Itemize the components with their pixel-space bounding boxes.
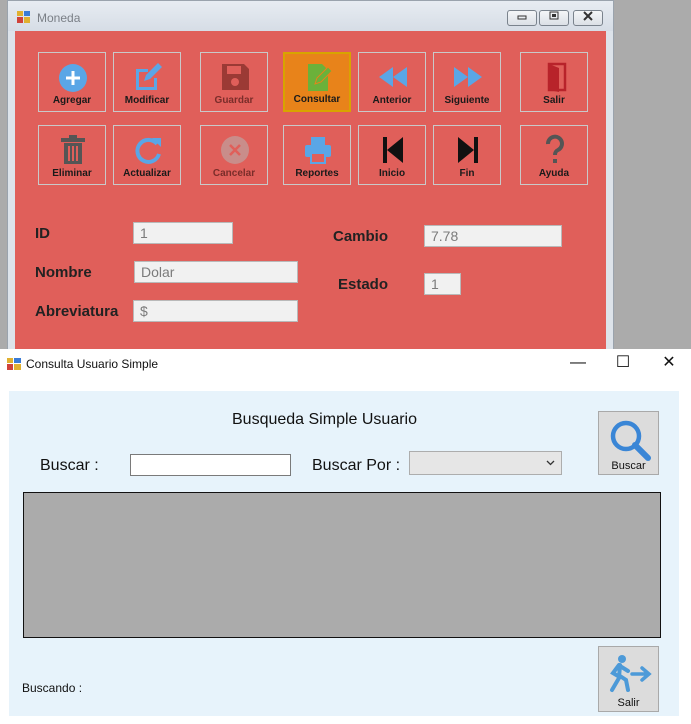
consulta-window-title: Consulta Usuario Simple — [26, 357, 159, 371]
id-label: ID — [35, 225, 50, 242]
buscar-por-label: Buscar Por : — [312, 457, 401, 474]
maximize-button[interactable] — [539, 10, 569, 26]
salir-button-label: Salir — [617, 697, 640, 709]
reportes-label: Reportes — [295, 168, 339, 179]
refresh-icon — [135, 137, 161, 164]
exit-run-icon — [610, 655, 652, 692]
exit-door-icon — [547, 62, 567, 92]
add-icon — [59, 64, 87, 92]
moneda-window: Moneda Agregar Modificar Guardar Consult… — [7, 0, 614, 361]
eliminar-label: Eliminar — [52, 168, 92, 179]
cambio-label: Cambio — [333, 228, 389, 245]
consulta-title-bar: Consulta Usuario Simple — ☐ ✕ — [0, 349, 691, 379]
modificar-button[interactable]: Modificar — [113, 52, 181, 112]
buscar-label: Buscar : — [40, 457, 99, 474]
cambio-field[interactable]: 7.78 — [424, 225, 562, 247]
query-icon — [308, 64, 333, 91]
consultar-button[interactable]: Consultar — [283, 52, 351, 112]
search-button-label: Buscar — [611, 460, 646, 472]
estado-field[interactable]: 1 — [424, 273, 461, 295]
guardar-button[interactable]: Guardar — [200, 52, 268, 112]
minimize-button[interactable]: — — [561, 352, 595, 376]
id-field[interactable]: 1 — [133, 222, 233, 244]
agregar-button[interactable]: Agregar — [38, 52, 106, 112]
nombre-field[interactable]: Dolar — [134, 261, 298, 283]
ayuda-label: Ayuda — [538, 168, 570, 179]
actualizar-label: Actualizar — [123, 168, 171, 179]
close-button[interactable]: ✕ — [652, 352, 686, 376]
previous-icon — [379, 67, 407, 87]
page-heading: Busqueda Simple Usuario — [232, 411, 417, 428]
moneda-window-title: Moneda — [37, 11, 81, 25]
inicio-button[interactable]: Inicio — [358, 125, 426, 185]
help-icon — [546, 134, 564, 163]
printer-icon — [305, 137, 331, 164]
results-grid[interactable] — [23, 492, 661, 638]
estado-label: Estado — [338, 276, 389, 293]
buscar-por-select[interactable] — [409, 451, 562, 475]
anterior-button[interactable]: Anterior — [358, 52, 426, 112]
search-input[interactable] — [130, 454, 291, 476]
abreviatura-label: Abreviatura — [35, 303, 119, 320]
minimize-button[interactable] — [507, 10, 537, 26]
agregar-label: Agregar — [52, 95, 92, 106]
reportes-button[interactable]: Reportes — [283, 125, 351, 185]
salir-button[interactable]: Salir — [598, 646, 659, 712]
last-icon — [458, 137, 478, 163]
anterior-label: Anterior — [372, 95, 412, 106]
consultar-label: Consultar — [293, 94, 341, 105]
inicio-label: Inicio — [378, 168, 406, 179]
fin-label: Fin — [459, 168, 475, 179]
close-button[interactable] — [573, 10, 603, 26]
consulta-client-area: Busqueda Simple Usuario Buscar : Buscar … — [9, 391, 679, 716]
guardar-label: Guardar — [214, 95, 254, 106]
moneda-title-bar: Moneda — [8, 1, 613, 31]
nombre-label: Nombre — [35, 264, 92, 281]
salir-label: Salir — [543, 95, 565, 106]
trash-icon — [61, 135, 85, 164]
maximize-icon — [549, 11, 559, 20]
app-icon — [17, 11, 30, 23]
cancel-icon — [221, 136, 249, 164]
minimize-icon — [517, 15, 527, 20]
moneda-client-area: Agregar Modificar Guardar Consultar Ante… — [15, 31, 606, 361]
maximize-button[interactable]: ☐ — [606, 352, 640, 376]
ayuda-button[interactable]: Ayuda — [520, 125, 588, 185]
edit-icon — [136, 63, 162, 90]
consulta-window: Consulta Usuario Simple — ☐ ✕ Busqueda S… — [0, 349, 691, 724]
eliminar-button[interactable]: Eliminar — [38, 125, 106, 185]
siguiente-button[interactable]: Siguiente — [433, 52, 501, 112]
search-icon — [610, 420, 651, 461]
app-icon — [7, 358, 21, 370]
salir-button[interactable]: Salir — [520, 52, 588, 112]
siguiente-label: Siguiente — [444, 95, 490, 106]
modificar-label: Modificar — [124, 95, 170, 106]
status-label: Buscando : — [22, 681, 83, 695]
search-button[interactable]: Buscar — [598, 411, 659, 475]
abreviatura-field[interactable]: $ — [133, 300, 298, 322]
cancelar-label: Cancelar — [212, 168, 256, 179]
close-icon — [583, 11, 593, 21]
chevron-down-icon — [546, 460, 555, 466]
next-icon — [454, 67, 482, 87]
first-icon — [383, 137, 403, 163]
fin-button[interactable]: Fin — [433, 125, 501, 185]
cancelar-button[interactable]: Cancelar — [200, 125, 268, 185]
actualizar-button[interactable]: Actualizar — [113, 125, 181, 185]
save-icon — [222, 64, 249, 90]
